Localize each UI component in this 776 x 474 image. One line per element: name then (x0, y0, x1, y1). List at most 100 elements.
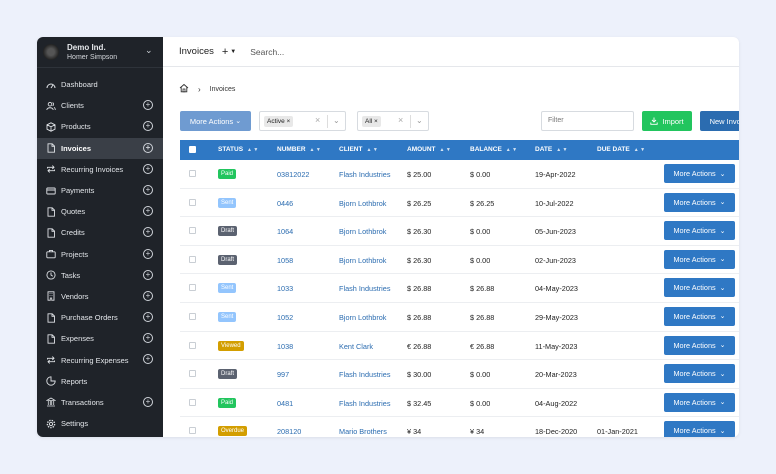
column-header-balance[interactable]: BALANCE ▲ ▼ (470, 146, 517, 153)
add-circle-icon[interactable]: + (143, 142, 153, 153)
row-checkbox[interactable] (189, 427, 196, 435)
sidebar-item-purchase-orders[interactable]: Purchase Orders + (37, 307, 163, 328)
add-circle-icon[interactable]: + (143, 290, 153, 301)
sidebar-item-recurring-expenses[interactable]: Recurring Expenses + (37, 349, 163, 370)
row-more-actions-button[interactable]: More Actions ⌄ (664, 392, 735, 412)
row-checkbox[interactable] (189, 398, 196, 406)
row-checkbox[interactable] (189, 255, 196, 263)
invoice-number-link[interactable]: 1033 (277, 284, 293, 293)
invoice-number-link[interactable]: 208120 (277, 427, 301, 436)
sidebar-item-projects[interactable]: Projects + (37, 244, 163, 265)
row-checkbox[interactable] (189, 170, 196, 177)
table-row[interactable]: Draft 1064 Bjorn Lothbrok $ 26.30 $ 0.00 05-J… (180, 217, 739, 246)
client-filter-select[interactable]: All × × ⌄ (357, 111, 429, 131)
client-link[interactable]: Bjorn Lothbrok (339, 199, 386, 208)
chevron-down-icon[interactable]: ⌄ (416, 116, 423, 125)
row-more-actions-button[interactable]: More Actions ⌄ (664, 306, 735, 326)
add-circle-icon[interactable]: + (143, 248, 153, 259)
column-header-due-date[interactable]: DUE DATE ▲ ▼ (597, 146, 645, 153)
import-button[interactable]: Import (642, 111, 692, 131)
row-more-actions-button[interactable]: More Actions ⌄ (664, 364, 735, 384)
row-more-actions-button[interactable]: More Actions ⌄ (664, 249, 735, 269)
sidebar-item-reports[interactable]: Reports (37, 371, 163, 392)
client-link[interactable]: Kent Clark (339, 342, 373, 351)
remove-chip-icon[interactable]: × (287, 118, 291, 125)
client-link[interactable]: Bjorn Lothbrok (339, 313, 386, 322)
table-row[interactable]: Viewed 1038 Kent Clark € 26.88 € 26.88 11-May… (180, 332, 739, 361)
add-circle-icon[interactable]: + (143, 206, 153, 217)
add-circle-icon[interactable]: + (143, 184, 153, 195)
row-more-actions-button[interactable]: More Actions ⌄ (664, 221, 735, 241)
invoice-number-link[interactable]: 997 (277, 370, 289, 379)
home-icon[interactable] (179, 83, 189, 95)
add-circle-icon[interactable]: + (143, 227, 153, 238)
sidebar-item-credits[interactable]: Credits + (37, 222, 163, 243)
add-button[interactable]: + (222, 46, 228, 58)
row-checkbox[interactable] (189, 312, 196, 320)
table-row[interactable]: Overdue 208120 Mario Brothers ¥ 34 ¥ 34 18-De… (180, 417, 739, 437)
column-header-number[interactable]: NUMBER ▲ ▼ (277, 146, 321, 153)
invoice-number-link[interactable]: 1052 (277, 313, 293, 322)
column-header-amount[interactable]: AMOUNT ▲ ▼ (407, 146, 451, 153)
add-circle-icon[interactable]: + (143, 269, 153, 280)
remove-chip-icon[interactable]: × (374, 118, 378, 125)
client-link[interactable]: Bjorn Lothbrok (339, 256, 386, 265)
row-checkbox[interactable] (189, 198, 196, 206)
add-circle-icon[interactable]: + (143, 163, 153, 174)
client-link[interactable]: Flash Industries (339, 370, 391, 379)
sidebar-item-vendors[interactable]: Vendors + (37, 286, 163, 307)
table-row[interactable]: Sent 1033 Flash Industries $ 26.88 $ 26.88 04… (180, 274, 739, 303)
add-circle-icon[interactable]: + (143, 121, 153, 132)
sidebar-item-products[interactable]: Products + (37, 116, 163, 137)
client-link[interactable]: Flash Industries (339, 170, 391, 179)
column-header-date[interactable]: DATE ▲ ▼ (535, 146, 568, 153)
filter-input[interactable]: Filter (541, 111, 634, 131)
table-row[interactable]: Draft 1058 Bjorn Lothbrok $ 26.30 $ 0.00 02-J… (180, 246, 739, 275)
client-link[interactable]: Flash Industries (339, 284, 391, 293)
row-more-actions-button[interactable]: More Actions ⌄ (664, 278, 735, 298)
add-circle-icon[interactable]: + (143, 354, 153, 365)
sidebar-item-tasks[interactable]: Tasks + (37, 265, 163, 286)
row-more-actions-button[interactable]: More Actions ⌄ (664, 335, 735, 355)
invoice-number-link[interactable]: 0481 (277, 399, 293, 408)
chevron-down-icon[interactable]: ⌄ (333, 116, 340, 125)
table-row[interactable]: Sent 1052 Bjorn Lothbrok $ 26.88 $ 26.88 29-M… (180, 303, 739, 332)
new-invoice-button[interactable]: New Invoice (700, 111, 739, 131)
more-actions-button[interactable]: More Actions ⌄ (180, 111, 251, 131)
chevron-down-icon[interactable]: ⌄ (145, 45, 153, 56)
invoice-number-link[interactable]: 1064 (277, 227, 293, 236)
search-input[interactable]: Search... (250, 47, 284, 57)
client-link[interactable]: Mario Brothers (339, 427, 387, 436)
client-link[interactable]: Flash Industries (339, 399, 391, 408)
clear-icon[interactable]: × (398, 115, 403, 125)
caret-down-icon[interactable]: ▼ (230, 49, 236, 55)
row-checkbox[interactable] (189, 370, 196, 378)
column-header-client[interactable]: CLIENT ▲ ▼ (339, 146, 378, 153)
column-header-status[interactable]: STATUS ▲ ▼ (218, 146, 258, 153)
row-more-actions-button[interactable]: More Actions ⌄ (664, 421, 735, 437)
invoice-number-link[interactable]: 03812022 (277, 170, 309, 179)
row-more-actions-button[interactable]: More Actions ⌄ (664, 164, 735, 183)
table-row[interactable]: Paid 0481 Flash Industries $ 32.45 $ 0.00 04-… (180, 389, 739, 418)
row-checkbox[interactable] (189, 341, 196, 349)
status-filter-select[interactable]: Active × × ⌄ (259, 111, 346, 131)
row-checkbox[interactable] (189, 284, 196, 292)
add-circle-icon[interactable]: + (143, 100, 153, 111)
sidebar-item-payments[interactable]: Payments + (37, 180, 163, 201)
sidebar-item-transactions[interactable]: Transactions + (37, 392, 163, 413)
clear-icon[interactable]: × (315, 115, 320, 125)
add-circle-icon[interactable]: + (143, 396, 153, 407)
table-row[interactable]: Sent 0446 Bjorn Lothbrok $ 26.25 $ 26.25 10-J… (180, 189, 739, 218)
table-row[interactable]: Paid 03812022 Flash Industries $ 25.00 $ 0.0… (180, 160, 739, 189)
sidebar-item-dashboard[interactable]: Dashboard (37, 74, 163, 95)
invoice-number-link[interactable]: 1058 (277, 256, 293, 265)
row-checkbox[interactable] (189, 227, 196, 235)
sidebar-item-invoices[interactable]: Invoices + (37, 137, 163, 159)
select-all-checkbox[interactable] (189, 146, 196, 153)
company-switcher[interactable]: Demo Ind. Homer Simpson ⌄ (37, 37, 163, 68)
invoice-number-link[interactable]: 1038 (277, 342, 293, 351)
invoice-number-link[interactable]: 0446 (277, 199, 293, 208)
sidebar-item-clients[interactable]: Clients + (37, 95, 163, 116)
row-more-actions-button[interactable]: More Actions ⌄ (664, 192, 735, 212)
sidebar-item-quotes[interactable]: Quotes + (37, 201, 163, 222)
